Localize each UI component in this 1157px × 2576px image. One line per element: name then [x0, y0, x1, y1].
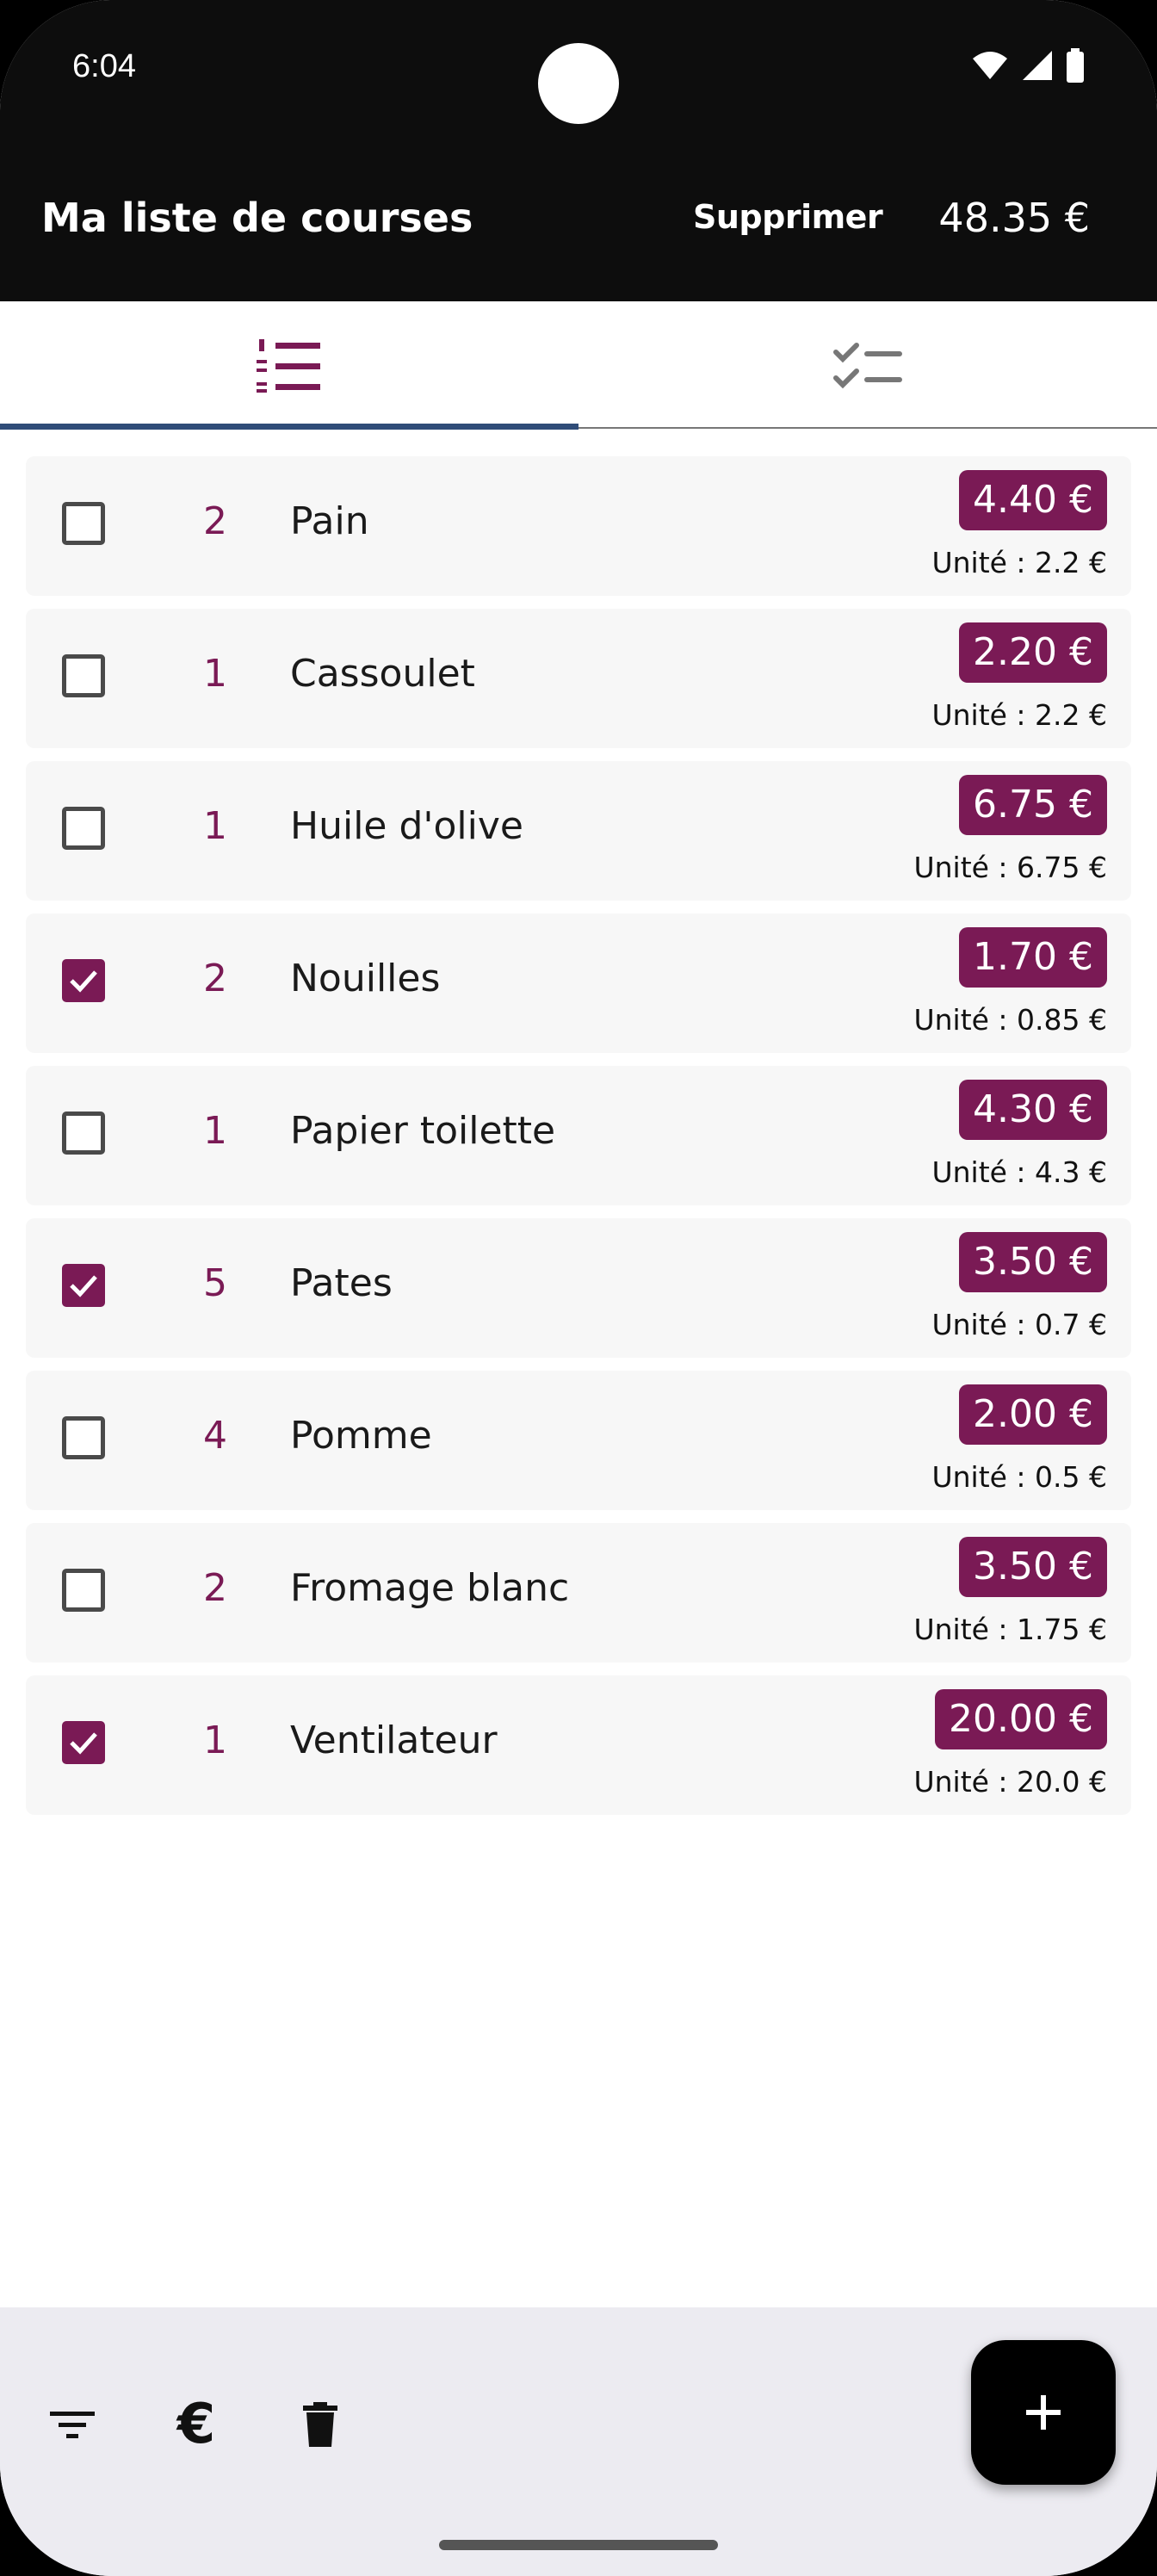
plus-icon — [1026, 2395, 1061, 2430]
status-time: 6:04 — [72, 48, 136, 84]
item-checkbox[interactable] — [62, 1721, 105, 1764]
delete-button[interactable]: Supprimer — [693, 198, 883, 236]
list-item[interactable]: 2 Nouilles 1.70 € Unité : 0.85 € — [26, 913, 1131, 1053]
item-quantity: 2 — [203, 957, 227, 1000]
trash-button[interactable] — [289, 2393, 351, 2455]
signal-icon — [1023, 51, 1052, 80]
item-unit-price: Unité : 6.75 € — [913, 851, 1107, 884]
item-name: Nouilles — [290, 957, 441, 1000]
list-item[interactable]: 2 Fromage blanc 3.50 € Unité : 1.75 € — [26, 1523, 1131, 1663]
item-price-badge: 6.75 € — [959, 775, 1107, 835]
item-price-badge: 2.00 € — [959, 1384, 1107, 1445]
item-price-badge: 3.50 € — [959, 1232, 1107, 1292]
item-unit-price: Unité : 0.5 € — [931, 1460, 1107, 1494]
euro-button[interactable]: € — [165, 2393, 227, 2456]
check-icon — [70, 970, 97, 993]
tab-list[interactable] — [0, 301, 578, 430]
item-name: Pain — [290, 499, 369, 543]
item-checkbox[interactable] — [62, 1569, 105, 1612]
item-quantity: 2 — [203, 1566, 227, 1610]
item-name: Papier toilette — [290, 1109, 556, 1153]
checklist-icon — [833, 343, 902, 389]
tab-divider — [578, 427, 1157, 429]
list-item[interactable]: 5 Pates 3.50 € Unité : 0.7 € — [26, 1218, 1131, 1358]
item-unit-price: Unité : 4.3 € — [931, 1155, 1107, 1189]
item-name: Pomme — [290, 1414, 432, 1458]
item-checkbox[interactable] — [62, 654, 105, 697]
status-icons — [971, 48, 1085, 83]
list-item[interactable]: 4 Pomme 2.00 € Unité : 0.5 € — [26, 1371, 1131, 1510]
item-quantity: 1 — [203, 1718, 227, 1762]
item-unit-price: Unité : 2.2 € — [931, 698, 1107, 732]
numbered-list-icon — [257, 339, 320, 393]
camera-cutout — [538, 43, 619, 124]
list-item[interactable]: 1 Huile d'olive 6.75 € Unité : 6.75 € — [26, 761, 1131, 901]
item-checkbox[interactable] — [62, 1416, 105, 1459]
tab-bar — [0, 301, 1157, 430]
add-item-button[interactable] — [971, 2340, 1116, 2485]
item-checkbox[interactable] — [62, 502, 105, 545]
item-name: Huile d'olive — [290, 804, 523, 848]
item-checkbox[interactable] — [62, 1112, 105, 1155]
item-name: Cassoulet — [290, 652, 475, 696]
list-item[interactable]: 1 Cassoulet 2.20 € Unité : 2.2 € — [26, 609, 1131, 748]
item-checkbox[interactable] — [62, 959, 105, 1002]
item-unit-price: Unité : 0.85 € — [913, 1003, 1107, 1037]
total-price: 48.35 € — [938, 195, 1090, 241]
check-icon — [70, 1275, 97, 1297]
phone-screen: 6:04 Ma liste de courses Supprimer 48.35… — [0, 0, 1157, 2576]
item-unit-price: Unité : 0.7 € — [931, 1308, 1107, 1341]
wifi-icon — [973, 52, 1007, 79]
item-price-badge: 4.40 € — [959, 470, 1107, 530]
check-icon — [70, 1732, 97, 1755]
item-quantity: 4 — [203, 1414, 227, 1458]
item-price-badge: 1.70 € — [959, 927, 1107, 988]
item-checkbox[interactable] — [62, 807, 105, 850]
battery-icon — [1067, 48, 1084, 83]
item-quantity: 1 — [203, 652, 227, 696]
filter-button[interactable] — [41, 2393, 103, 2455]
item-price-badge: 20.00 € — [935, 1689, 1107, 1749]
item-price-badge: 2.20 € — [959, 622, 1107, 683]
item-unit-price: Unité : 2.2 € — [931, 546, 1107, 579]
home-indicator[interactable] — [439, 2540, 718, 2550]
item-unit-price: Unité : 1.75 € — [913, 1613, 1107, 1646]
item-quantity: 1 — [203, 804, 227, 848]
item-name: Pates — [290, 1261, 393, 1305]
list-item[interactable]: 1 Papier toilette 4.30 € Unité : 4.3 € — [26, 1066, 1131, 1205]
item-quantity: 5 — [203, 1261, 227, 1305]
app-bar: 6:04 Ma liste de courses Supprimer 48.35… — [0, 0, 1157, 301]
item-quantity: 1 — [203, 1109, 227, 1153]
item-unit-price: Unité : 20.0 € — [913, 1765, 1107, 1799]
shopping-list: 2 Pain 4.40 € Unité : 2.2 € 1 Cassoulet 2.20 €… — [26, 456, 1131, 1828]
list-item[interactable]: 2 Pain 4.40 € Unité : 2.2 € — [26, 456, 1131, 596]
list-item[interactable]: 1 Ventilateur 20.00 € Unité : 20.0 € — [26, 1675, 1131, 1815]
page-title: Ma liste de courses — [41, 195, 473, 241]
item-name: Fromage blanc — [290, 1566, 570, 1610]
item-quantity: 2 — [203, 499, 227, 543]
tab-checked[interactable] — [578, 301, 1157, 430]
item-checkbox[interactable] — [62, 1264, 105, 1307]
item-name: Ventilateur — [290, 1718, 498, 1762]
item-price-badge: 4.30 € — [959, 1080, 1107, 1140]
trash-icon — [303, 2402, 337, 2447]
tab-indicator — [0, 424, 578, 430]
item-price-badge: 3.50 € — [959, 1537, 1107, 1597]
filter-icon — [50, 2412, 95, 2438]
